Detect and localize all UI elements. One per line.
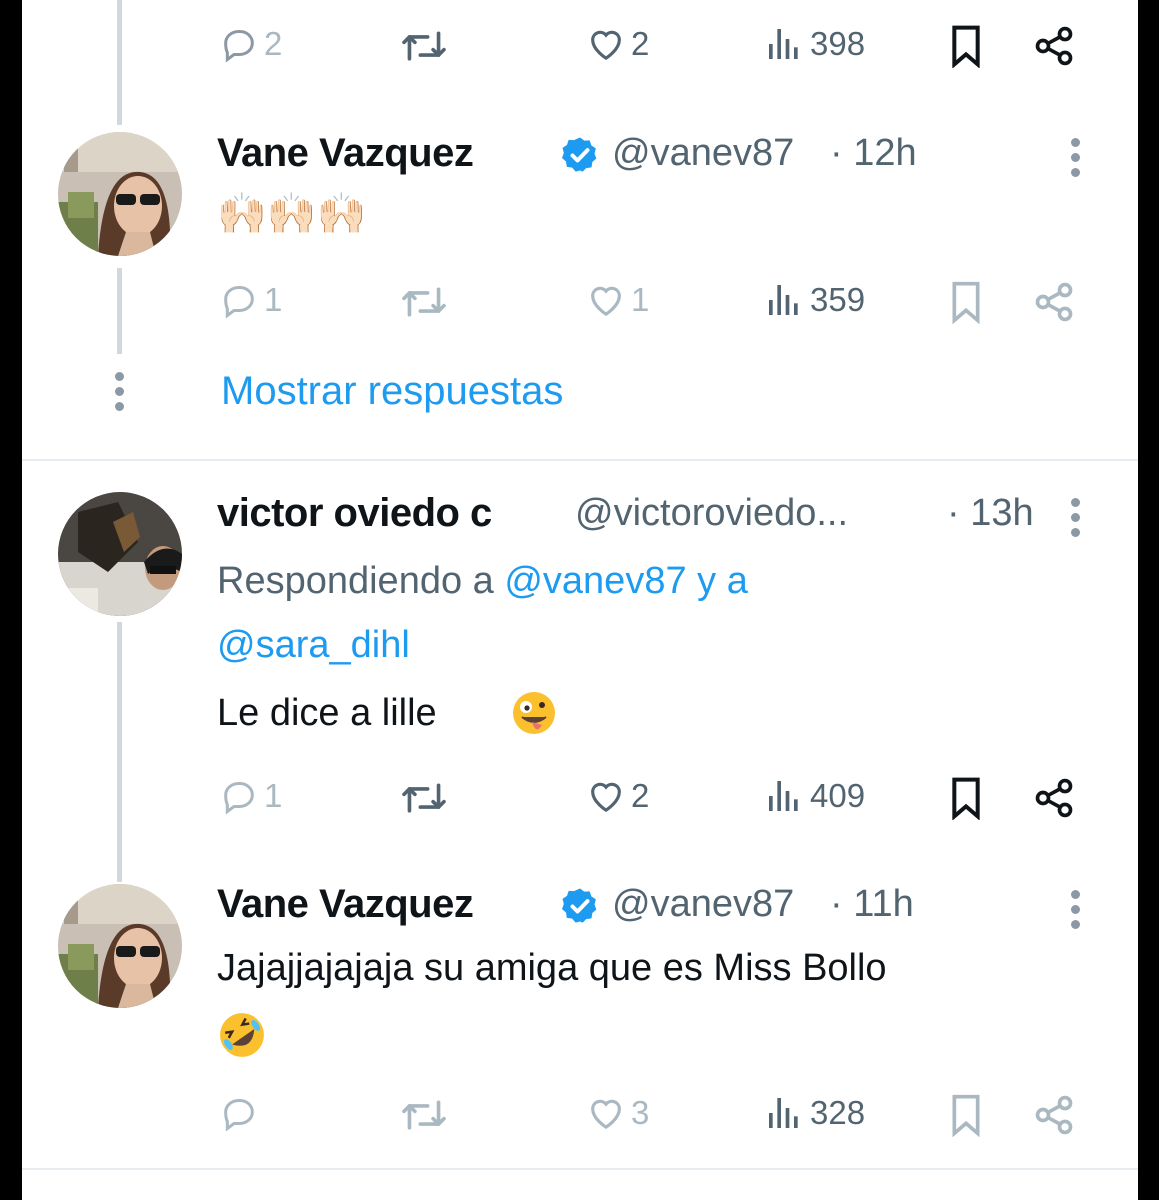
- views-count: 409: [810, 777, 866, 814]
- share-icon: [1035, 778, 1073, 818]
- views-count: 398: [810, 25, 866, 62]
- reply-button[interactable]: 1: [218, 776, 282, 816]
- like-count: 1: [631, 281, 650, 318]
- zany-face-emoji-icon: [513, 692, 555, 734]
- retweet-button[interactable]: [400, 778, 448, 818]
- reply-button[interactable]: 2: [218, 24, 282, 64]
- author-handle[interactable]: @victoroviedo...: [575, 492, 848, 535]
- like-button[interactable]: 2: [585, 776, 649, 816]
- retweet-button[interactable]: [400, 1095, 448, 1135]
- retweet-icon: [402, 31, 446, 61]
- author-name[interactable]: victor oviedo c: [217, 491, 492, 536]
- reply-count: 2: [264, 25, 283, 62]
- avatar[interactable]: [58, 132, 182, 256]
- tweet-text-line: Le dice a lille: [217, 692, 437, 735]
- replying-to-line: Respondiendo a @vanev87 y a: [217, 560, 748, 603]
- reply-button[interactable]: 1: [218, 280, 282, 320]
- reply-count: 1: [264, 777, 283, 814]
- views-button[interactable]: 398: [764, 24, 865, 64]
- views-icon: [769, 29, 798, 59]
- mention-link[interactable]: @vanev87: [504, 560, 686, 602]
- tweet-text: Jajajjajajaja su amiga que es Miss Bollo: [217, 947, 887, 989]
- views-button[interactable]: 409: [764, 776, 865, 816]
- tweet-text: 🙌🏻🙌🏻🙌🏻: [217, 192, 367, 236]
- reply-icon: [224, 1099, 254, 1132]
- views-icon: [769, 1098, 798, 1128]
- share-button[interactable]: [1032, 280, 1076, 324]
- reply-button[interactable]: [218, 1093, 264, 1133]
- avatar[interactable]: [58, 492, 182, 616]
- share-button[interactable]: [1032, 776, 1076, 820]
- like-icon: [591, 286, 621, 317]
- views-count: 359: [810, 281, 866, 318]
- like-button[interactable]: 1: [585, 280, 649, 320]
- show-replies-link[interactable]: Mostrar respuestas: [221, 369, 563, 414]
- rofl-emoji-icon: [220, 1013, 264, 1057]
- verified-badge-icon: [562, 888, 597, 923]
- like-count: 3: [631, 1094, 650, 1131]
- reply-icon: [224, 286, 254, 319]
- reply-icon: [224, 30, 254, 63]
- author-handle[interactable]: @vanev87: [612, 883, 794, 926]
- thread-line: [117, 0, 122, 125]
- share-icon: [1035, 26, 1073, 66]
- views-count: 328: [810, 1094, 866, 1131]
- more-options-icon[interactable]: [1071, 138, 1081, 182]
- retweet-button[interactable]: [400, 26, 448, 66]
- divider: [22, 1168, 1138, 1170]
- views-button[interactable]: 359: [764, 280, 865, 320]
- like-button[interactable]: 2: [585, 24, 649, 64]
- bookmark-icon: [952, 1094, 980, 1137]
- like-count: 2: [631, 777, 650, 814]
- like-button[interactable]: 3: [585, 1093, 649, 1133]
- thread-line: [117, 268, 122, 354]
- share-icon: [1035, 282, 1073, 322]
- bookmark-button[interactable]: [946, 280, 986, 324]
- reply-count: 1: [264, 281, 283, 318]
- share-button[interactable]: [1032, 1093, 1076, 1137]
- replying-to-prefix: Respondiendo a: [217, 560, 505, 602]
- author-handle[interactable]: @vanev87: [612, 132, 794, 175]
- more-options-icon[interactable]: [1071, 498, 1081, 542]
- mention-link[interactable]: @sara_dihl: [217, 624, 410, 667]
- bookmark-icon: [952, 281, 980, 324]
- views-icon: [769, 781, 798, 811]
- divider: [22, 459, 1138, 461]
- tweet-time[interactable]: · 13h: [947, 492, 1034, 535]
- avatar[interactable]: [58, 884, 182, 1008]
- more-options-icon[interactable]: [1071, 890, 1081, 934]
- tweet-text: Le dice a lille: [217, 692, 437, 734]
- more-replies-icon: [115, 372, 125, 416]
- like-icon: [591, 30, 621, 61]
- thread-line: [117, 622, 122, 882]
- bookmark-button[interactable]: [946, 776, 986, 820]
- like-icon: [591, 782, 621, 813]
- bookmark-icon: [952, 25, 980, 68]
- views-icon: [769, 285, 798, 315]
- tweet-time[interactable]: · 12h: [830, 132, 917, 175]
- replying-conjunction: y a: [686, 560, 748, 602]
- author-name[interactable]: Vane Vazquez: [217, 131, 474, 176]
- share-icon: [1035, 1095, 1073, 1135]
- bookmark-button[interactable]: [946, 1093, 986, 1137]
- retweet-button[interactable]: [400, 282, 448, 322]
- bookmark-button[interactable]: [946, 24, 986, 68]
- author-name[interactable]: Vane Vazquez: [217, 882, 474, 927]
- like-icon: [591, 1099, 621, 1130]
- retweet-icon: [402, 287, 446, 317]
- like-count: 2: [631, 25, 650, 62]
- bookmark-icon: [952, 777, 980, 820]
- share-button[interactable]: [1032, 24, 1076, 68]
- views-button[interactable]: 328: [764, 1093, 865, 1133]
- retweet-icon: [402, 1100, 446, 1130]
- retweet-icon: [402, 783, 446, 813]
- reply-icon: [224, 782, 254, 815]
- tweet-time[interactable]: · 11h: [830, 883, 914, 926]
- reply-thread-screen: 2 2 398 Vane Vazquez @vanev87 · 12h 🙌🏻🙌🏻…: [22, 0, 1138, 1200]
- verified-badge-icon: [562, 137, 597, 172]
